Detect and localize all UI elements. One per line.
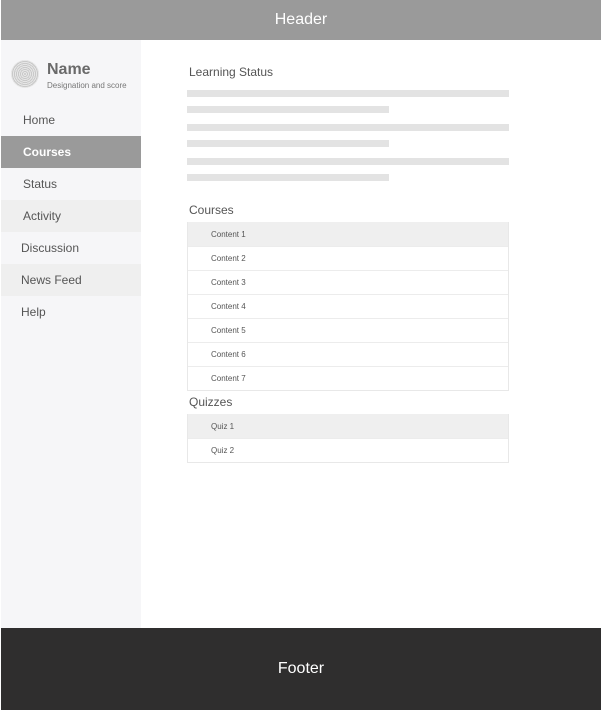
sidebar-item-discussion[interactable]: Discussion — [1, 232, 141, 264]
sidebar-item-status[interactable]: Status — [1, 168, 141, 200]
list-item[interactable]: Quiz 2 — [188, 438, 508, 462]
list-item[interactable]: Content 1 — [188, 222, 508, 246]
sidebar-item-label: Help — [21, 305, 46, 319]
sidebar-item-label: Discussion — [21, 241, 80, 255]
sidebar-item-label: Courses — [23, 145, 72, 159]
profile-designation: Designation and score — [47, 81, 127, 90]
placeholder-line — [187, 90, 509, 97]
page-header: Header — [1, 0, 601, 40]
list-item[interactable]: Content 6 — [188, 342, 508, 366]
sidebar-item-courses[interactable]: Courses — [1, 136, 141, 168]
sidebar-item-label: Status — [23, 177, 58, 191]
profile-name: Name — [47, 61, 91, 78]
avatar[interactable] — [11, 60, 39, 88]
sidebar-item-label: Activity — [23, 209, 62, 223]
sidebar-item-home[interactable]: Home — [1, 104, 141, 136]
sidebar-item-label: News Feed — [21, 273, 82, 287]
list-item[interactable]: Content 7 — [188, 366, 508, 390]
courses-list: Content 1 Content 2 Content 3 Content 4 … — [187, 222, 509, 391]
sidebar-item-news-feed[interactable]: News Feed — [1, 264, 141, 296]
sidebar: Name Designation and score Home Courses … — [1, 40, 141, 628]
page-footer: Footer — [1, 628, 601, 710]
sidebar-item-help[interactable]: Help — [1, 296, 141, 328]
main-content: Learning Status Courses Content 1 Conten… — [141, 40, 601, 628]
courses-title: Courses — [189, 203, 234, 217]
list-item[interactable]: Content 2 — [188, 246, 508, 270]
footer-title: Footer — [277, 660, 325, 677]
quizzes-title: Quizzes — [189, 395, 233, 409]
sidebar-nav: Home Courses Status Activity Discussion … — [1, 104, 141, 328]
placeholder-line — [187, 106, 389, 113]
list-item[interactable]: Content 3 — [188, 270, 508, 294]
placeholder-line — [187, 140, 389, 147]
placeholder-line — [187, 124, 509, 131]
list-item[interactable]: Quiz 1 — [188, 414, 508, 438]
user-profile[interactable]: Name Designation and score — [1, 40, 141, 112]
list-item[interactable]: Content 5 — [188, 318, 508, 342]
header-title: Header — [274, 11, 328, 28]
learning-status-title: Learning Status — [189, 65, 274, 79]
quizzes-list: Quiz 1 Quiz 2 — [187, 414, 509, 463]
sidebar-item-label: Home — [23, 113, 56, 127]
list-item[interactable]: Content 4 — [188, 294, 508, 318]
placeholder-line — [187, 158, 509, 165]
sidebar-item-activity[interactable]: Activity — [1, 200, 141, 232]
placeholder-line — [187, 174, 389, 181]
